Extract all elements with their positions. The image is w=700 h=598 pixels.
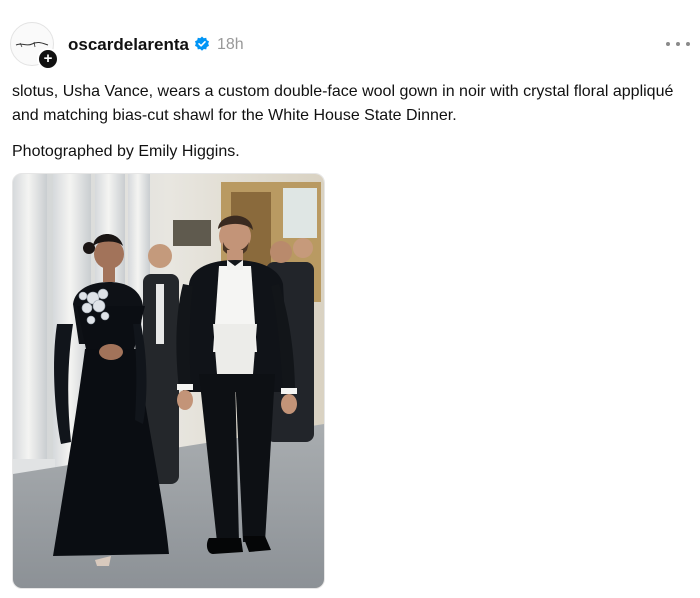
follow-plus-icon[interactable]: +	[37, 48, 59, 70]
photo-credit: Photographed by Emily Higgins.	[12, 143, 240, 160]
post-photo[interactable]	[12, 173, 325, 589]
more-icon[interactable]	[666, 34, 690, 54]
avatar[interactable]: +	[10, 22, 59, 70]
verified-badge-icon	[195, 36, 209, 51]
username[interactable]: oscardelarenta	[68, 35, 189, 55]
post-caption: slotus, Usha Vance, wears a custom doubl…	[12, 83, 674, 124]
post-time: 18h	[217, 36, 244, 53]
post-header: + oscardelarenta 18h	[10, 20, 690, 70]
